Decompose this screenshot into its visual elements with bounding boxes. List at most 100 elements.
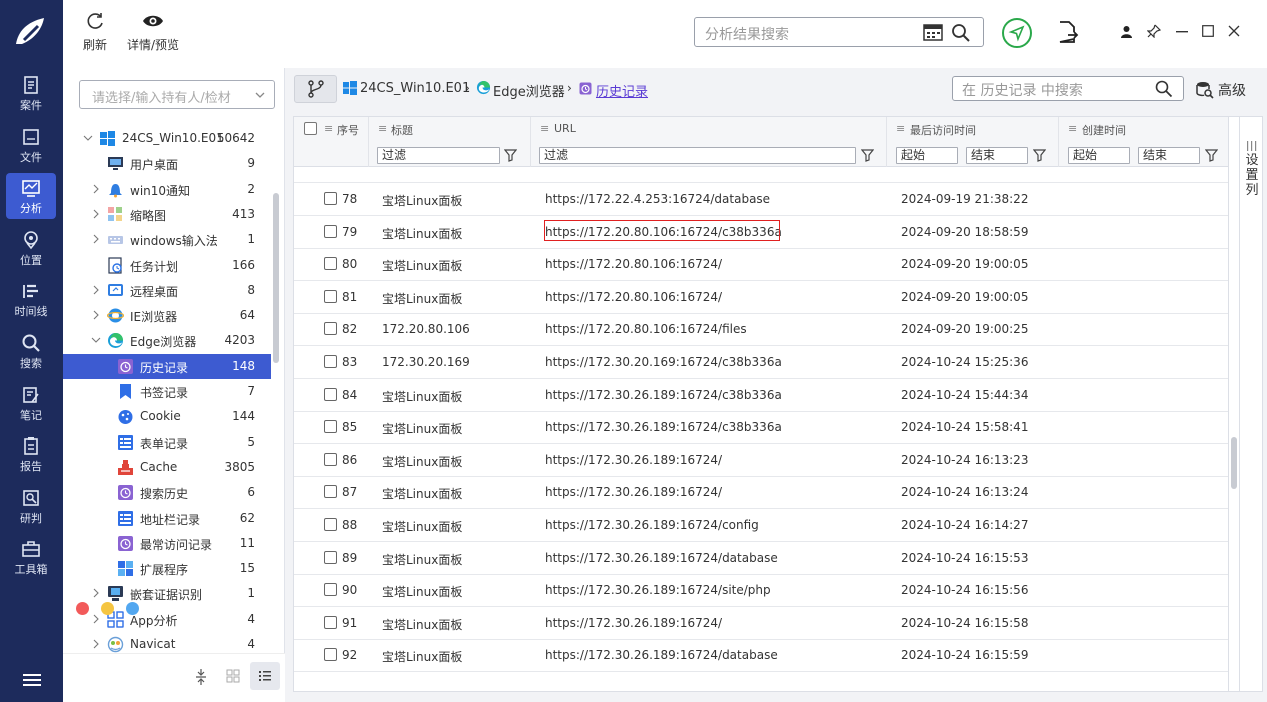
tree-item[interactable]: win10通知 2: [63, 177, 271, 202]
tree-item[interactable]: 最常访问记录 11: [63, 531, 271, 556]
tree-scrollbar[interactable]: [273, 193, 279, 363]
export-file-icon[interactable]: [1057, 20, 1079, 44]
last-visit-start-input[interactable]: 起始: [896, 147, 958, 164]
row-url[interactable]: https://172.30.26.189:16724/database: [545, 551, 778, 565]
table-row[interactable]: 85 宝塔Linux面板 https://172.30.26.189:16724/c…: [294, 411, 1228, 445]
created-start-input[interactable]: 起始: [1068, 147, 1130, 164]
rail-item-6[interactable]: 笔记: [6, 380, 56, 426]
table-row[interactable]: 83 172.30.20.169 https://172.30.20.169:167…: [294, 346, 1228, 379]
list-view-button[interactable]: [250, 662, 280, 690]
tree-item[interactable]: 用户桌面 9: [63, 151, 271, 176]
row-checkbox[interactable]: [324, 257, 337, 271]
breadcrumb-evidence[interactable]: 24CS_Win10.E01: [360, 81, 470, 96]
tree-item[interactable]: 地址栏记录 62: [63, 506, 271, 531]
row-checkbox[interactable]: [324, 322, 337, 336]
chevron-right-icon[interactable]: [91, 184, 101, 194]
branch-button[interactable]: [294, 75, 337, 103]
tree-item[interactable]: windows输入法 1: [63, 227, 271, 252]
table-row[interactable]: 79 宝塔Linux面板 https://172.20.80.106:16724/c…: [294, 216, 1228, 249]
rail-item-8[interactable]: 研判: [6, 483, 56, 529]
row-checkbox[interactable]: [324, 387, 337, 401]
table-row[interactable]: 86 宝塔Linux面板 https://172.30.26.189:16724/2…: [294, 444, 1228, 477]
row-checkbox[interactable]: [324, 192, 337, 205]
table-row[interactable]: 91 宝塔Linux面板 https://172.30.26.189:16724/2…: [294, 607, 1228, 640]
pin-icon[interactable]: [1147, 24, 1161, 38]
chevron-right-icon[interactable]: [91, 639, 101, 649]
tree-item[interactable]: 扩展程序 15: [63, 556, 271, 581]
filter-icon[interactable]: [1205, 149, 1218, 162]
owner-select[interactable]: 请选择/输入持有人/检材: [79, 80, 275, 109]
grid-view-icon[interactable]: [226, 669, 240, 683]
chevron-right-icon[interactable]: [91, 310, 101, 320]
header-created[interactable]: 创建时间: [1082, 122, 1126, 138]
filter-icon[interactable]: [1033, 149, 1046, 162]
table-row[interactable]: 89 宝塔Linux面板 https://172.30.26.189:16724/d…: [294, 542, 1228, 575]
rail-item-0[interactable]: 案件: [6, 70, 56, 116]
row-checkbox[interactable]: [324, 289, 337, 303]
header-last-visit[interactable]: 最后访问时间: [910, 122, 976, 138]
row-checkbox[interactable]: [324, 355, 337, 368]
tree-item[interactable]: IE浏览器 64: [63, 303, 271, 328]
menu-icon[interactable]: [22, 672, 42, 688]
chevron-right-icon[interactable]: [91, 234, 101, 244]
tree-item[interactable]: 表单记录 5: [63, 430, 271, 455]
row-url[interactable]: https://172.30.26.189:16724/: [545, 485, 722, 499]
rail-item-1[interactable]: 文件: [6, 122, 56, 168]
table-row[interactable]: 84 宝塔Linux面板 https://172.30.26.189:16724/c…: [294, 379, 1228, 412]
rail-item-9[interactable]: 工具箱: [6, 534, 56, 580]
tree-item[interactable]: 历史记录 148: [63, 353, 271, 379]
title-filter-input[interactable]: 过滤: [377, 147, 500, 164]
calendar-icon[interactable]: [923, 23, 943, 41]
breadcrumb-history[interactable]: 历史记录: [596, 81, 648, 100]
user-icon[interactable]: [1120, 25, 1133, 38]
row-url[interactable]: https://172.30.26.189:16724/site/php: [545, 583, 771, 597]
chevron-down-icon[interactable]: [83, 133, 93, 143]
collapse-all-icon[interactable]: [195, 668, 207, 686]
row-url[interactable]: https://172.20.80.106:16724/files: [545, 322, 747, 336]
rail-item-5[interactable]: 搜索: [6, 328, 56, 374]
rail-item-3[interactable]: 位置: [6, 225, 56, 271]
location-pin-icon[interactable]: [1001, 17, 1033, 49]
filter-icon[interactable]: [861, 149, 874, 162]
row-checkbox[interactable]: [324, 224, 337, 238]
row-url[interactable]: https://172.30.26.189:16724/database: [545, 648, 778, 662]
chevron-right-icon[interactable]: [91, 614, 101, 624]
row-url[interactable]: https://172.30.26.189:16724/c38b336a: [545, 388, 782, 402]
header-title[interactable]: 标题: [391, 122, 413, 138]
created-end-input[interactable]: 结束: [1138, 147, 1200, 164]
rail-item-4[interactable]: 时间线: [6, 276, 56, 322]
row-checkbox[interactable]: [324, 615, 337, 629]
breadcrumb-browser[interactable]: Edge浏览器: [493, 81, 565, 100]
row-checkbox[interactable]: [324, 518, 337, 531]
row-checkbox[interactable]: [324, 648, 337, 662]
table-row[interactable]: 78 宝塔Linux面板 https://172.22.4.253:16724/da…: [294, 183, 1228, 216]
search-icon[interactable]: [1155, 80, 1173, 98]
tree-item[interactable]: 任务计划 166: [63, 253, 271, 278]
table-scrollbar[interactable]: [1229, 116, 1239, 692]
refresh-button[interactable]: 刷新: [83, 10, 107, 53]
tree-item[interactable]: 书签记录 7: [63, 379, 271, 404]
tree-item[interactable]: Cookie 144: [63, 404, 271, 429]
row-url[interactable]: https://172.20.80.106:16724/: [545, 290, 722, 304]
row-url[interactable]: https://172.30.26.189:16724/config: [545, 518, 759, 532]
row-url[interactable]: https://172.22.4.253:16724/database: [545, 192, 770, 206]
tree-item[interactable]: 嵌套证据识别 1: [63, 581, 271, 606]
table-scrollbar-thumb[interactable]: [1231, 437, 1237, 489]
tree-item[interactable]: App分析 4: [63, 607, 271, 632]
minimize-icon[interactable]: [1176, 31, 1188, 33]
row-checkbox[interactable]: [324, 583, 337, 597]
row-url[interactable]: https://172.30.26.189:16724/: [545, 616, 722, 630]
table-row[interactable]: 81 宝塔Linux面板 https://172.20.80.106:16724/2…: [294, 281, 1228, 314]
history-search-input[interactable]: 在 历史记录 中搜索: [952, 76, 1184, 101]
tree-item[interactable]: 24CS_Win10.E01 50642: [63, 126, 271, 151]
close-icon[interactable]: [1228, 25, 1240, 37]
tree-item[interactable]: 远程桌面 8: [63, 278, 271, 303]
table-row[interactable]: 90 宝塔Linux面板 https://172.30.26.189:16724/s…: [294, 574, 1228, 608]
header-url[interactable]: URL: [554, 122, 576, 135]
row-url[interactable]: https://172.30.26.189:16724/: [545, 453, 722, 467]
last-visit-end-input[interactable]: 结束: [966, 147, 1028, 164]
table-row[interactable]: 88 宝塔Linux面板 https://172.30.26.189:16724/c…: [294, 509, 1228, 542]
rail-item-2[interactable]: 分析: [6, 173, 56, 220]
table-row[interactable]: 87 宝塔Linux面板 https://172.30.26.189:16724/2…: [294, 476, 1228, 510]
header-index[interactable]: 序号: [337, 122, 359, 138]
